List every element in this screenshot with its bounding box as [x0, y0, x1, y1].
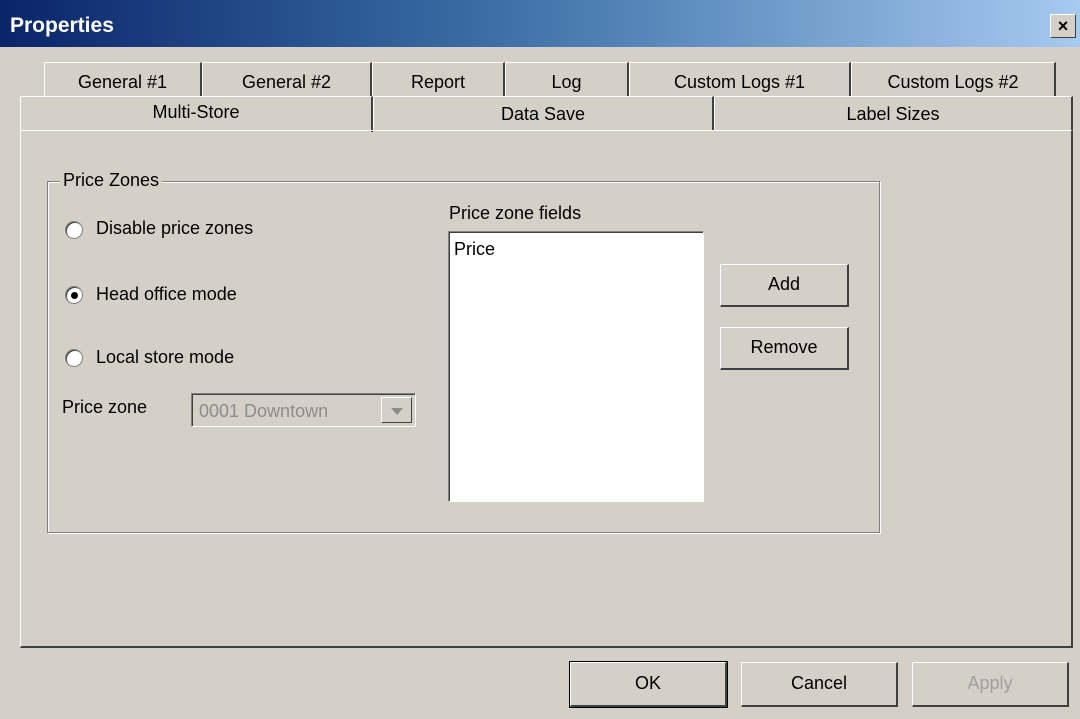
tab-custom-logs-1[interactable]: Custom Logs #1 [629, 62, 851, 96]
price-zone-dropdown-button[interactable] [381, 397, 412, 423]
local-store-mode-label[interactable]: Local store mode [96, 347, 234, 368]
tab-custom-logs-2[interactable]: Custom Logs #2 [851, 62, 1056, 96]
radio-selected-dot [71, 292, 78, 299]
tab-general-2[interactable]: General #2 [202, 62, 372, 96]
title-bar [0, 0, 1080, 47]
remove-button[interactable]: Remove [720, 327, 849, 370]
tab-multi-store[interactable]: Multi-Store [20, 96, 373, 132]
tab-report[interactable]: Report [372, 62, 505, 96]
tab-log[interactable]: Log [505, 62, 629, 96]
head-office-mode-radio[interactable] [65, 286, 83, 304]
price-zone-fields-label: Price zone fields [449, 203, 582, 223]
price-zone-fields-list[interactable]: Price [448, 231, 704, 502]
tab-general-1[interactable]: General #1 [44, 62, 202, 96]
window-title: Properties [10, 14, 114, 37]
chevron-down-icon [391, 408, 403, 415]
price-zones-group-title: Price Zones [60, 170, 163, 191]
price-zone-label: Price zone [62, 397, 148, 417]
close-button[interactable]: × [1050, 14, 1076, 38]
close-icon: × [1057, 16, 1069, 36]
price-zone-select-value: 0001 Downtown [199, 401, 329, 421]
tab-data-save[interactable]: Data Save [373, 96, 714, 130]
tab-label-sizes[interactable]: Label Sizes [714, 96, 1073, 130]
list-item[interactable]: Price [454, 239, 495, 260]
ok-button[interactable]: OK [569, 661, 728, 708]
apply-button[interactable]: Apply [912, 662, 1069, 707]
disable-price-zones-radio[interactable] [65, 221, 83, 239]
cancel-button[interactable]: Cancel [741, 662, 898, 707]
local-store-mode-radio[interactable] [65, 349, 83, 367]
disable-price-zones-label[interactable]: Disable price zones [96, 218, 253, 239]
price-zone-select[interactable]: 0001 Downtown [191, 393, 416, 427]
head-office-mode-label[interactable]: Head office mode [96, 284, 237, 305]
add-button[interactable]: Add [720, 264, 849, 307]
